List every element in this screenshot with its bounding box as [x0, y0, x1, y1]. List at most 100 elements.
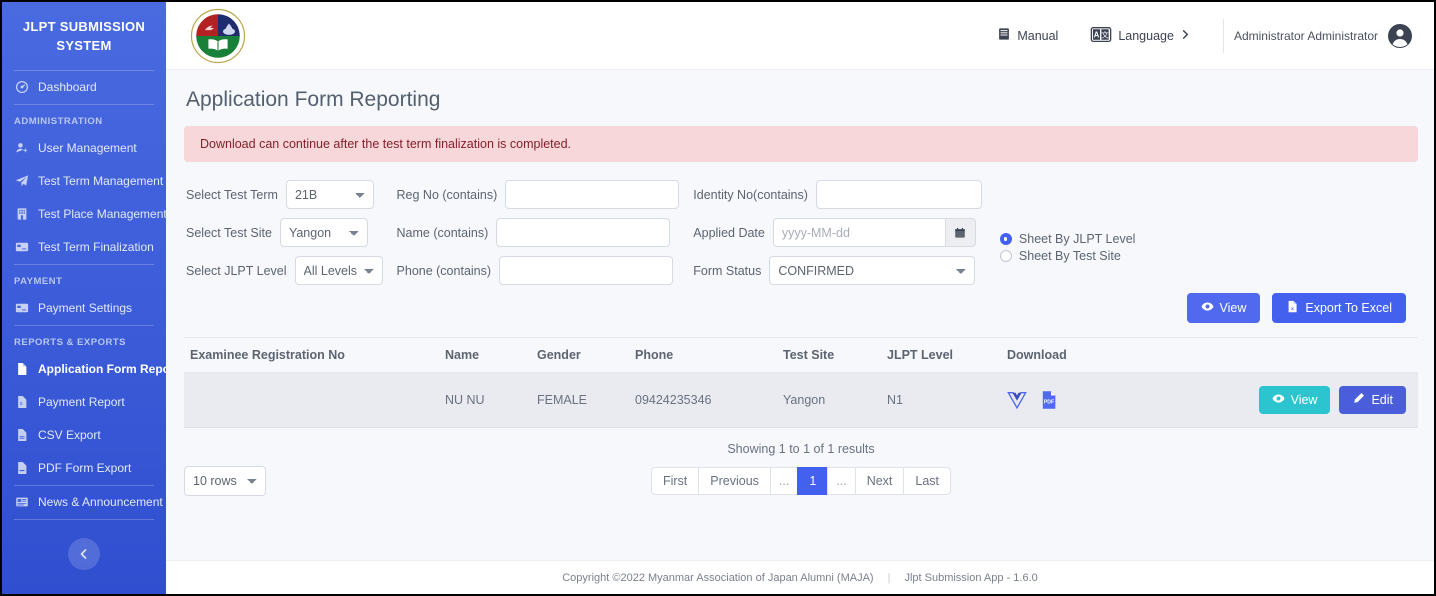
sidebar-item-label: PDF Form Export — [38, 461, 132, 476]
user-name-label: Administrator Administrator — [1233, 28, 1378, 43]
sidebar-item-pdf-form-export[interactable]: PDF Form Export — [2, 452, 166, 485]
column-header-phone: Phone — [629, 337, 777, 373]
test-term-select[interactable]: 21B — [285, 180, 374, 209]
applied-date-label: Applied Date — [693, 225, 765, 240]
view-button[interactable]: View — [1186, 293, 1261, 323]
chevron-left-icon — [80, 548, 87, 559]
row-edit-label: Edit — [1371, 393, 1393, 407]
applied-date-input[interactable] — [772, 218, 945, 247]
file-icon — [14, 362, 29, 377]
name-input[interactable] — [496, 218, 671, 247]
pdf-icon[interactable]: PDF — [1039, 389, 1059, 411]
radio-sheet-by-test-site[interactable]: Sheet By Test Site — [999, 249, 1136, 263]
eye-icon — [1200, 300, 1214, 316]
sidebar-item-csv-export[interactable]: CSV Export — [2, 419, 166, 452]
pagination-row: 10 rows First Previous ... 1 ... Next La… — [184, 466, 1418, 496]
page-title: Application Form Reporting — [186, 88, 441, 111]
user-menu[interactable]: Administrator Administrator — [1233, 23, 1418, 48]
sidebar-item-label: Application Form Report — [38, 362, 166, 377]
topbar-divider — [1222, 18, 1224, 53]
column-header-jlpt-level: JLPT Level — [881, 337, 1001, 373]
sidebar-item-test-place-management[interactable]: Test Place Management — [2, 198, 166, 231]
sidebar-item-payment-settings[interactable]: Payment Settings — [2, 292, 166, 325]
sidebar-item-label: News & Announcement — [38, 495, 163, 510]
sidebar-item-label: Payment Settings — [38, 301, 133, 316]
jlpt-level-select[interactable]: All Levels — [294, 256, 383, 285]
reg-no-input[interactable] — [505, 180, 680, 209]
radio-label: Sheet By JLPT Level — [1018, 232, 1136, 246]
svg-text:文: 文 — [1102, 29, 1110, 39]
table-row: NU NU FEMALE 09424235346 Yangon N1 PDF V… — [184, 372, 1418, 428]
column-header-examinee-registration-no: Examinee Registration No — [184, 337, 439, 373]
download-icons: PDF — [1007, 389, 1121, 411]
cell-download: PDF — [1001, 372, 1128, 428]
sidebar-item-dashboard[interactable]: Dashboard — [2, 71, 166, 104]
filter-column-right: Identity No(contains) Applied Date yyyy-… — [693, 180, 982, 285]
table-head: Examinee Registration No Name Gender Pho… — [184, 337, 1418, 373]
sidebar-item-application-form-report[interactable]: Application Form Report — [2, 353, 166, 386]
pagination-previous[interactable]: Previous — [698, 466, 771, 496]
news-icon — [14, 495, 29, 510]
view-button-label: View — [1219, 301, 1247, 315]
card-icon — [14, 301, 29, 316]
manual-label: Manual — [1017, 28, 1059, 43]
row-action-buttons: View Edit — [1133, 386, 1412, 414]
test-site-label: Select Test Site — [186, 225, 272, 240]
filter-reg-no: Reg No (contains) — [397, 180, 680, 209]
cell-test-site: Yangon — [777, 372, 881, 428]
row-edit-button[interactable]: Edit — [1339, 386, 1406, 414]
footer-version: Jlpt Submission App - 1.6.0 — [904, 571, 1038, 584]
radio-label: Sheet By Test Site — [1018, 249, 1121, 263]
sidebar-item-label: Test Term Management — [38, 174, 164, 189]
book-icon — [997, 27, 1011, 44]
sidebar-item-user-management[interactable]: User Management — [2, 132, 166, 165]
pagination-last[interactable]: Last — [903, 466, 952, 496]
test-site-select[interactable]: Yangon — [279, 218, 368, 247]
radio-indicator-selected — [999, 233, 1012, 245]
sidebar-item-test-term-finalization[interactable]: Test Term Finalization — [2, 231, 166, 264]
svg-text:PDF: PDF — [1044, 399, 1054, 405]
brand-title: JLPT SUBMISSION SYSTEM — [22, 19, 146, 53]
collapse-sidebar-button[interactable] — [68, 537, 100, 570]
footer-copyright: Copyright ©2022 Myanmar Association of J… — [562, 571, 874, 584]
identity-no-label: Identity No(contains) — [693, 187, 808, 202]
table-header-row: Examinee Registration No Name Gender Pho… — [184, 337, 1418, 373]
collapse-sidebar-wrap — [2, 520, 166, 570]
cell-actions: View Edit — [1127, 372, 1418, 428]
building-icon — [14, 207, 29, 222]
language-switcher[interactable]: A 文 Language — [1074, 26, 1207, 45]
sidebar-item-news-announcement[interactable]: News & Announcement — [2, 486, 166, 519]
topbar: Manual A 文 Language Administrator Admini… — [166, 2, 1434, 70]
column-header-test-site: Test Site — [777, 337, 881, 373]
maja-crest-logo — [190, 8, 246, 64]
sidebar-item-test-term-management[interactable]: Test Term Management — [2, 165, 166, 198]
radio-sheet-by-jlpt-level[interactable]: Sheet By JLPT Level — [999, 232, 1136, 246]
page-content: Application Form Reporting Download can … — [166, 70, 1434, 560]
row-view-button[interactable]: View — [1258, 386, 1331, 414]
pagination-dots-left: ... — [769, 466, 799, 496]
phone-input[interactable] — [499, 256, 674, 285]
cell-name: NU NU — [439, 372, 531, 428]
export-to-excel-button[interactable]: x Export To Excel — [1272, 293, 1406, 323]
app-window: JLPT SUBMISSION SYSTEM Dashboard ADMINIS… — [0, 0, 1436, 596]
paper-plane-icon — [14, 174, 29, 189]
chevron-right-icon — [1180, 29, 1191, 43]
eye-icon — [1272, 392, 1285, 408]
pagination-next[interactable]: Next — [854, 466, 905, 496]
form-status-select[interactable]: CONFIRMED — [769, 256, 976, 285]
pagination-first[interactable]: First — [650, 466, 700, 496]
footer-separator: | — [887, 571, 891, 584]
identity-no-input[interactable] — [815, 180, 982, 209]
column-header-actions — [1127, 337, 1418, 373]
sidebar-item-payment-report[interactable]: $ Payment Report — [2, 386, 166, 419]
filter-phone: Phone (contains) — [397, 256, 680, 285]
card-icon — [14, 240, 29, 255]
vue-word-icon[interactable] — [1007, 389, 1027, 411]
manual-link[interactable]: Manual — [981, 27, 1074, 44]
calendar-icon[interactable] — [944, 218, 976, 247]
pagination-page-1[interactable]: 1 — [797, 466, 829, 496]
column-header-gender: Gender — [531, 337, 629, 373]
filter-form-status: Form Status CONFIRMED — [693, 256, 982, 285]
dashboard-icon — [14, 80, 29, 95]
sidebar: JLPT SUBMISSION SYSTEM Dashboard ADMINIS… — [2, 2, 166, 594]
